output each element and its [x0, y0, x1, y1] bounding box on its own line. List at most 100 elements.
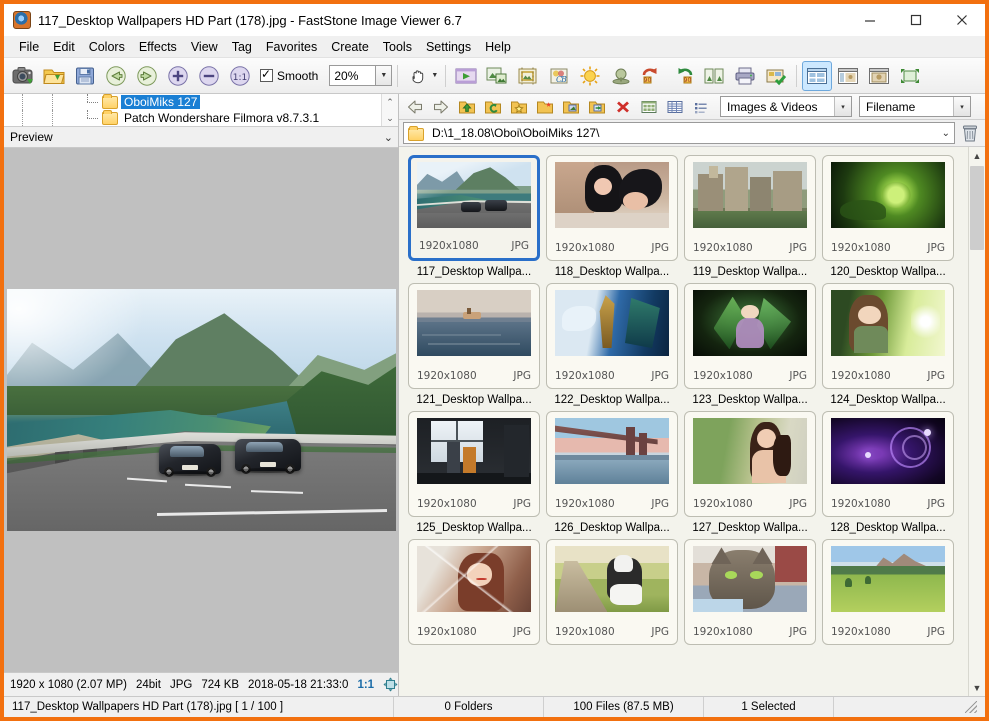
thumbnail-cell[interactable]: 1920x1080 JPG 128_Desktop Wallpa... — [819, 409, 957, 537]
file-filter-caret-icon[interactable]: ▾ — [834, 97, 851, 116]
thumbnail-cell[interactable]: 1920x1080 JPG 118_Desktop Wallpa... — [543, 153, 681, 281]
thumbnail-cell[interactable]: 1920x1080 JPG — [819, 537, 957, 665]
thumbnail-frame[interactable]: 1920x1080 JPG — [408, 539, 540, 645]
color-adjust-icon[interactable]: C B — [544, 61, 574, 91]
resize-icon[interactable] — [482, 61, 512, 91]
menu-effects[interactable]: Effects — [132, 37, 184, 57]
zoom-level-value[interactable]: 20% — [329, 65, 375, 86]
menu-view[interactable]: View — [184, 37, 225, 57]
zoom-level-caret-icon[interactable]: ▼ — [375, 65, 392, 86]
zoom-in-icon[interactable] — [163, 61, 193, 91]
save-icon[interactable] — [70, 61, 100, 91]
actual-size-icon[interactable]: 1:1 — [225, 61, 255, 91]
tree-scroll-up-icon[interactable]: ⌃ — [382, 94, 398, 110]
thumbnail-cell[interactable]: 1920x1080 JPG 123_Desktop Wallpa... — [681, 281, 819, 409]
preview-image-area[interactable] — [4, 148, 398, 672]
smooth-checkbox[interactable]: Smooth — [256, 69, 322, 83]
thumbnail-frame[interactable]: 1920x1080 JPG — [684, 283, 816, 389]
print-icon[interactable] — [730, 61, 760, 91]
thumbnail-frame[interactable]: 1920x1080 JPG — [546, 539, 678, 645]
sort-caret-icon[interactable]: ▾ — [953, 97, 970, 116]
rotate-left-icon[interactable]: 90 — [637, 61, 667, 91]
thumbnail-cell[interactable]: 1920x1080 JPG — [405, 537, 543, 665]
folder-tree-scrollbar[interactable]: ⌃ ⌄ — [381, 94, 398, 126]
file-filter-combobox[interactable]: Images & Videos ▾ — [720, 96, 852, 117]
thumbnail-cell[interactable]: 1920x1080 JPG 121_Desktop Wallpa... — [405, 281, 543, 409]
open-folder-icon[interactable] — [39, 61, 69, 91]
menu-colors[interactable]: Colors — [82, 37, 132, 57]
thumbnail-frame[interactable]: 1920x1080 JPG — [408, 283, 540, 389]
thumbnail-frame[interactable]: 1920x1080 JPG — [684, 155, 816, 261]
thumbnail-cell[interactable]: 1920x1080 JPG 126_Desktop Wallpa... — [543, 409, 681, 537]
filmstrip-view-icon[interactable] — [833, 61, 863, 91]
menu-create[interactable]: Create — [324, 37, 376, 57]
chevron-double-down-icon[interactable]: ⌄ — [384, 131, 392, 144]
fit-window-icon[interactable] — [383, 677, 398, 692]
thumbnail-frame[interactable]: 1920x1080 JPG — [684, 411, 816, 517]
thumbnail-frame[interactable]: 1920x1080 JPG — [822, 539, 954, 645]
list-icon[interactable] — [688, 96, 713, 118]
previous-icon[interactable] — [101, 61, 131, 91]
thumbnail-frame[interactable]: 1920x1080 JPG — [408, 411, 540, 517]
scrollbar-thumb[interactable] — [970, 166, 984, 250]
address-input[interactable]: D:\1_18.08\Oboi\OboiMiks 127\ ⌄ — [403, 122, 955, 144]
maximize-button[interactable] — [893, 4, 939, 36]
thumbnail-cell[interactable]: 1920x1080 JPG 122_Desktop Wallpa... — [543, 281, 681, 409]
compare-icon[interactable] — [699, 61, 729, 91]
thumbnail-cell[interactable]: 1920x1080 JPG 125_Desktop Wallpa... — [405, 409, 543, 537]
scrollbar-track[interactable] — [969, 164, 985, 679]
thumbnail-cell[interactable]: 1920x1080 JPG 119_Desktop Wallpa... — [681, 153, 819, 281]
refresh-folder-icon[interactable] — [480, 96, 505, 118]
close-button[interactable] — [939, 4, 985, 36]
zoom-out-icon[interactable] — [194, 61, 224, 91]
thumbnail-scrollbar[interactable]: ▲ ▼ — [968, 147, 985, 696]
trash-icon[interactable] — [959, 122, 981, 144]
tree-item-patch[interactable]: Patch Wondershare Filmora v8.7.3.1 — [8, 110, 381, 126]
crop-icon[interactable] — [513, 61, 543, 91]
next-icon[interactable] — [132, 61, 162, 91]
thumbnails-icon[interactable] — [636, 96, 661, 118]
details-list-icon[interactable] — [662, 96, 687, 118]
thumbnail-frame[interactable]: 1920x1080 JPG — [822, 155, 954, 261]
menu-tools[interactable]: Tools — [376, 37, 419, 57]
zoom-level-combobox[interactable]: 20% ▼ — [329, 65, 392, 86]
thumbnail-frame[interactable]: 1920x1080 JPG — [408, 155, 540, 261]
hand-icon[interactable] — [403, 61, 433, 91]
scroll-up-icon[interactable]: ▲ — [969, 147, 986, 164]
new-folder-icon[interactable] — [532, 96, 557, 118]
menu-file[interactable]: File — [12, 37, 46, 57]
thumbnail-cell[interactable]: 1920x1080 JPG — [681, 537, 819, 665]
thumbnail-frame[interactable]: 1920x1080 JPG — [822, 283, 954, 389]
lighting-icon[interactable] — [575, 61, 605, 91]
copy-to-folder-icon[interactable] — [558, 96, 583, 118]
thumbnail-frame[interactable]: 1920x1080 JPG — [546, 283, 678, 389]
thumbnail-cell[interactable]: 1920x1080 JPG 117_Desktop Wallpa... — [405, 153, 543, 281]
menu-settings[interactable]: Settings — [419, 37, 478, 57]
sort-combobox[interactable]: Filename ▾ — [859, 96, 971, 117]
thumbnail-frame[interactable]: 1920x1080 JPG — [546, 155, 678, 261]
fullscreen-icon[interactable] — [895, 61, 925, 91]
delete-icon[interactable] — [610, 96, 635, 118]
thumbnail-cell[interactable]: 1920x1080 JPG 124_Desktop Wallpa... — [819, 281, 957, 409]
thumbnail-frame[interactable]: 1920x1080 JPG — [546, 411, 678, 517]
move-to-folder-icon[interactable] — [584, 96, 609, 118]
resize-grip-icon[interactable] — [965, 701, 977, 713]
folder-tree[interactable]: OboiMiks 127 Patch Wondershare Filmora v… — [4, 94, 398, 127]
thumbnail-frame[interactable]: 1920x1080 JPG — [684, 539, 816, 645]
thumbnail-cell[interactable]: 1920x1080 JPG 120_Desktop Wallpa... — [819, 153, 957, 281]
thumbnail-frame[interactable]: 1920x1080 JPG — [822, 411, 954, 517]
slideshow-icon[interactable] — [451, 61, 481, 91]
menu-help[interactable]: Help — [478, 37, 518, 57]
tree-scroll-down-icon[interactable]: ⌄ — [382, 110, 398, 126]
preview-view-icon[interactable] — [864, 61, 894, 91]
menu-edit[interactable]: Edit — [46, 37, 82, 57]
forward-icon[interactable] — [428, 96, 453, 118]
address-caret-icon[interactable]: ⌄ — [942, 128, 950, 139]
favorites-folder-icon[interactable] — [506, 96, 531, 118]
tree-item-oboimiks[interactable]: OboiMiks 127 — [8, 94, 381, 110]
thumbnail-view-icon[interactable] — [802, 61, 832, 91]
thumbnail-grid[interactable]: 1920x1080 JPG 117_Desktop Wallpa... — [399, 147, 968, 696]
red-eye-icon[interactable] — [606, 61, 636, 91]
open-camera-icon[interactable] — [8, 61, 38, 91]
thumbnail-cell[interactable]: 1920x1080 JPG 127_Desktop Wallpa... — [681, 409, 819, 537]
